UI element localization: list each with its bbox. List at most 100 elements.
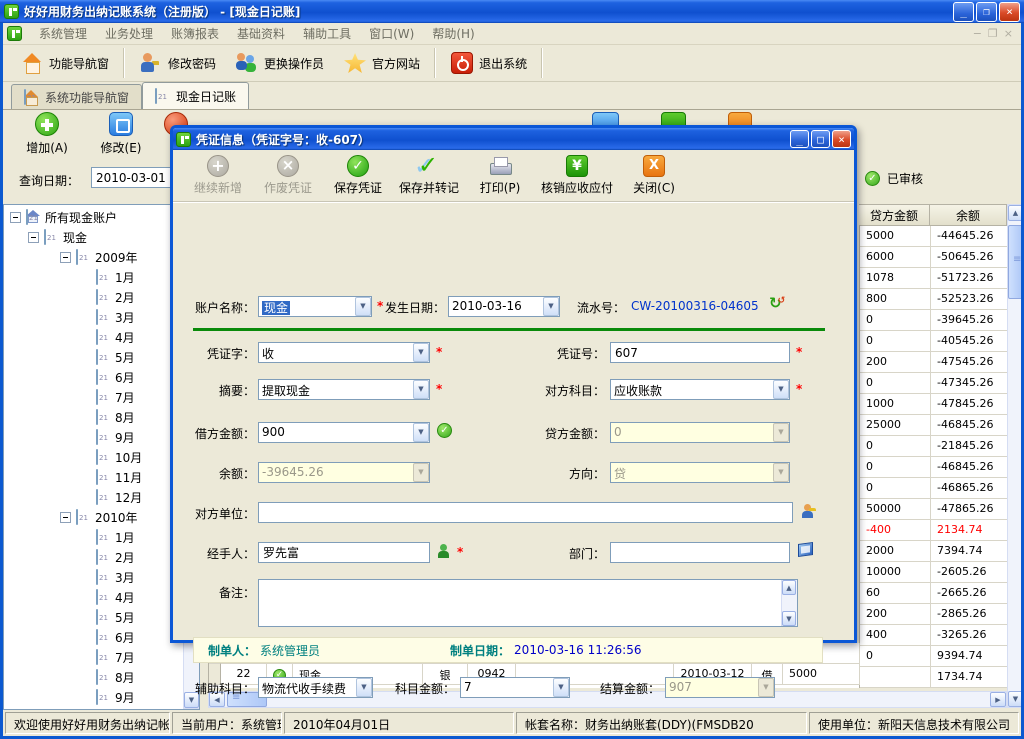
chevron-down-icon[interactable]: ▼ xyxy=(773,380,789,399)
debit-amount-combo[interactable]: 900 ▼ xyxy=(258,422,430,443)
dialog-minimize-button[interactable]: _ xyxy=(790,130,809,148)
menu-item[interactable]: 辅助工具 xyxy=(294,23,360,44)
tree-node[interactable]: 10月 xyxy=(4,447,184,467)
document-tab[interactable]: 系统功能导航窗 xyxy=(11,84,142,109)
tree-node[interactable]: 2009年 xyxy=(4,247,184,267)
table-row[interactable]: 200 -47545.26 xyxy=(860,352,1007,373)
account-name-combo[interactable]: 现金 ▼ xyxy=(258,296,372,317)
tree-node[interactable]: 5月 xyxy=(4,347,184,367)
chevron-down-icon[interactable]: ▼ xyxy=(413,343,429,362)
mdi-restore-icon[interactable]: ❐ xyxy=(988,27,998,40)
tree-node[interactable]: 3月 xyxy=(4,567,184,587)
chevron-down-icon[interactable]: ▼ xyxy=(413,380,429,399)
table-row[interactable]: 1000 -47845.26 xyxy=(860,394,1007,415)
tree-node[interactable]: 6月 xyxy=(4,627,184,647)
table-row[interactable]: -400 2134.74 xyxy=(860,520,1007,541)
mdi-close-icon[interactable]: × xyxy=(1004,27,1013,40)
table-row[interactable]: 1078 -51723.26 xyxy=(860,268,1007,289)
note-scrollbar[interactable]: ▲ ▼ xyxy=(781,580,797,626)
note-scroll-up-icon[interactable]: ▲ xyxy=(782,580,796,595)
document-tab[interactable]: 现金日记账 xyxy=(142,82,249,109)
chevron-down-icon[interactable]: ▼ xyxy=(543,297,559,316)
note-textarea[interactable]: ▲ ▼ xyxy=(258,579,798,627)
tree-node[interactable]: 8月 xyxy=(4,667,184,687)
tree-node[interactable]: 4月 xyxy=(4,327,184,347)
tree-expand-box[interactable] xyxy=(28,232,39,243)
tree-expand-box[interactable] xyxy=(60,512,71,523)
tree-node[interactable]: 12月 xyxy=(4,487,184,507)
restore-button[interactable]: ❐ xyxy=(976,2,997,22)
menu-item[interactable]: 账簿报表 xyxy=(162,23,228,44)
table-row[interactable]: 0 -40545.26 xyxy=(860,331,1007,352)
tree-node[interactable]: 3月 xyxy=(4,307,184,327)
table-row[interactable]: 6000 -50645.26 xyxy=(860,247,1007,268)
tree-node[interactable]: 6月 xyxy=(4,367,184,387)
table-row[interactable]: 25000 -46845.26 xyxy=(860,415,1007,436)
table-row[interactable]: 0 -21845.26 xyxy=(860,436,1007,457)
toolbar-button[interactable]: 官方网站 xyxy=(334,48,435,78)
tree-node[interactable]: 2010年 xyxy=(4,507,184,527)
tree-node[interactable]: 11月 xyxy=(4,467,184,487)
table-row[interactable]: 1734.74 xyxy=(860,667,1007,688)
dialog-close-button[interactable]: × xyxy=(832,130,851,148)
table-row[interactable]: 0 -47345.26 xyxy=(860,373,1007,394)
minimize-button[interactable]: _ xyxy=(953,2,974,22)
opposite-unit-input[interactable] xyxy=(258,502,793,523)
tree-expand-box[interactable] xyxy=(10,212,21,223)
table-row[interactable]: 2000 7394.74 xyxy=(860,541,1007,562)
dialog-toolbar-button[interactable]: 打印(P) ▼ xyxy=(465,152,535,200)
opposite-subject-combo[interactable]: 应收账款 ▼ xyxy=(610,379,790,400)
table-row[interactable]: 50000 -47865.26 xyxy=(860,499,1007,520)
chevron-down-icon[interactable]: ▼ xyxy=(413,423,429,442)
subject-amount-combo[interactable]: 7 ▼ xyxy=(460,677,570,698)
menu-item[interactable]: 窗口(W) xyxy=(360,23,423,44)
table-row[interactable]: 0 -46865.26 xyxy=(860,478,1007,499)
pick-handler-icon[interactable] xyxy=(437,544,450,558)
dialog-title-bar[interactable]: 凭证信息（凭证字号：收-607） _ □ × xyxy=(173,128,854,150)
scroll-right-icon[interactable]: ▶ xyxy=(990,692,1006,707)
table-row[interactable]: 0 9394.74 xyxy=(860,646,1007,667)
tree-node[interactable]: 所有现金账户 xyxy=(4,207,184,227)
tree-node[interactable]: 1月 xyxy=(4,527,184,547)
edit-record-button[interactable]: 修改(E) xyxy=(89,112,153,160)
table-row[interactable]: 10000 -2605.26 xyxy=(860,562,1007,583)
tree-node[interactable]: 4月 xyxy=(4,587,184,607)
table-row[interactable]: 0 -39645.26 xyxy=(860,310,1007,331)
mdi-minimize-icon[interactable]: − xyxy=(973,27,982,40)
toolbar-button[interactable]: 修改密码 xyxy=(130,48,226,78)
balance-column-header[interactable]: 余额 xyxy=(930,204,1007,226)
chevron-down-icon[interactable]: ▼ xyxy=(355,297,371,316)
menu-item[interactable]: 帮助(H) xyxy=(423,23,483,44)
tree-node[interactable]: 2月 xyxy=(4,287,184,307)
dialog-toolbar-button[interactable]: 保存并转记 ▼ xyxy=(393,152,465,200)
tree-node[interactable]: 5月 xyxy=(4,607,184,627)
table-row[interactable]: 200 -2865.26 xyxy=(860,604,1007,625)
dialog-toolbar-button[interactable]: 保存凭证 ▼ xyxy=(323,152,393,200)
table-row[interactable]: 5000 -44645.26 xyxy=(860,226,1007,247)
pick-unit-icon[interactable] xyxy=(801,504,814,518)
table-row[interactable]: 60 -2665.26 xyxy=(860,583,1007,604)
close-button[interactable]: × xyxy=(999,2,1020,22)
dialog-toolbar-button[interactable]: 继续新增 ▼ xyxy=(183,152,253,200)
tree-node[interactable]: 2月 xyxy=(4,547,184,567)
menu-item[interactable]: 系统管理 xyxy=(30,23,96,44)
toolbar-button[interactable]: 功能导航窗 xyxy=(11,48,124,78)
voucher-word-combo[interactable]: 收 ▼ xyxy=(258,342,430,363)
tree-node[interactable]: 现金 xyxy=(4,227,184,247)
toolbar-button[interactable]: 更换操作员 xyxy=(226,48,334,78)
dialog-toolbar-button[interactable]: 关闭(C) ▼ xyxy=(619,152,689,200)
summary-combo[interactable]: 提取现金 ▼ xyxy=(258,379,430,400)
table-row[interactable]: 0 -46845.26 xyxy=(860,457,1007,478)
tree-node[interactable]: 9月 xyxy=(4,427,184,447)
refresh-icon[interactable]: ↻ xyxy=(769,294,789,312)
menu-item[interactable]: 业务处理 xyxy=(96,23,162,44)
table-row[interactable]: 400 -3265.26 xyxy=(860,625,1007,646)
toolbar-button[interactable]: 退出系统 xyxy=(441,48,542,78)
chevron-down-icon[interactable]: ▼ xyxy=(356,678,372,697)
dialog-toolbar-button[interactable]: 作废凭证 ▼ xyxy=(253,152,323,200)
aux-subject-combo[interactable]: 物流代收手续费 ▼ xyxy=(258,677,373,698)
chevron-down-icon[interactable]: ▼ xyxy=(553,678,569,697)
voucher-number-input[interactable] xyxy=(610,342,790,363)
pick-department-icon[interactable] xyxy=(798,542,813,557)
tree-node[interactable]: 8月 xyxy=(4,407,184,427)
